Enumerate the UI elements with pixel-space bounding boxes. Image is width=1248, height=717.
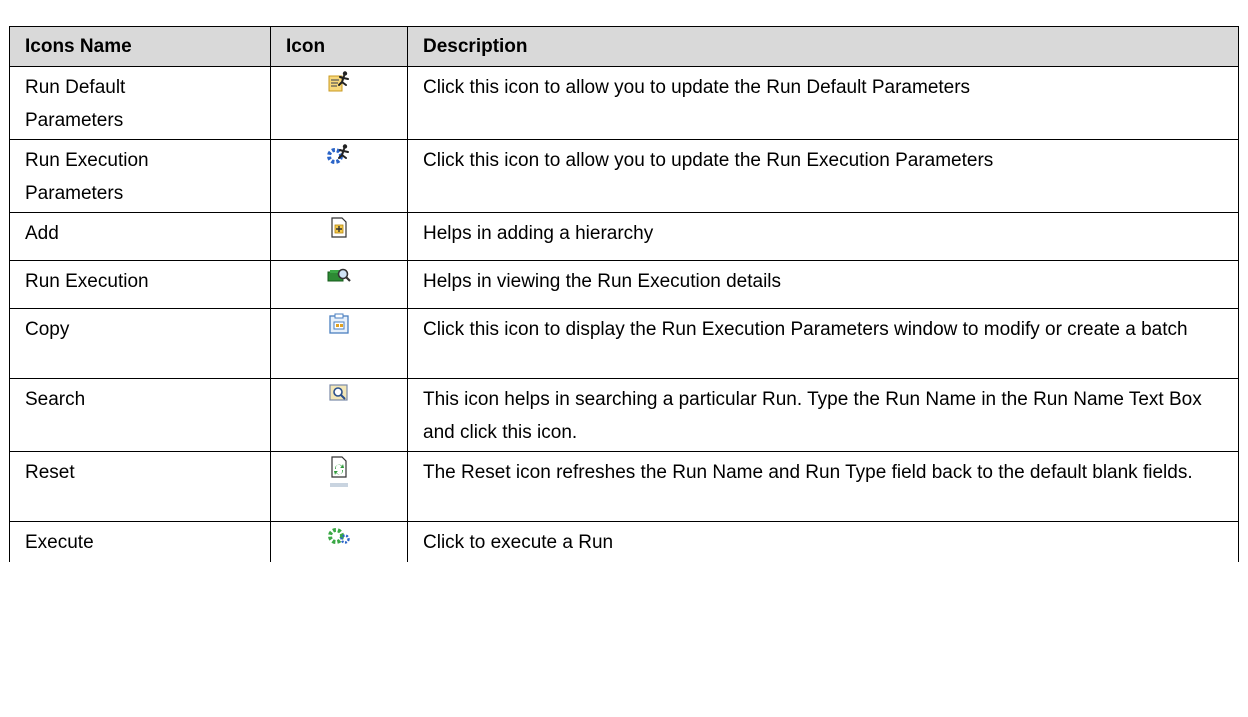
row-name: Search: [9, 378, 271, 452]
row-description: Click this icon to allow you to update t…: [407, 66, 1239, 140]
table-header-row: Icons Name Icon Description: [9, 26, 1239, 67]
icons-table: Icons Name Icon Description Run Default …: [9, 26, 1239, 562]
header-icon: Icon: [270, 26, 408, 67]
table-row: Run Execution Parameters Click this icon…: [9, 139, 1239, 213]
table-row: Execute Click to execute a Run: [9, 521, 1239, 562]
row-description: Click this icon to display the Run Execu…: [407, 308, 1239, 379]
row-description: Click to execute a Run: [407, 521, 1239, 562]
row-description: The Reset icon refreshes the Run Name an…: [407, 451, 1239, 522]
header-icons-name: Icons Name: [9, 26, 271, 67]
table-row: Run Execution Helps in viewing the Run E…: [9, 260, 1239, 309]
reset-icon: [327, 455, 351, 489]
header-description: Description: [407, 26, 1239, 67]
row-name: Run Execution: [9, 260, 271, 309]
run-default-parameters-icon: [327, 70, 351, 94]
table-row: Reset The Reset icon refreshes the Run N…: [9, 451, 1239, 522]
row-description: Helps in adding a hierarchy: [407, 212, 1239, 261]
search-icon: [327, 382, 351, 406]
add-icon: [327, 216, 351, 240]
row-name: Execute: [9, 521, 271, 562]
run-execution-parameters-icon: [327, 143, 351, 167]
row-name: Run Execution Parameters: [9, 139, 271, 213]
row-name: Reset: [9, 451, 271, 522]
row-name: Copy: [9, 308, 271, 379]
row-description: Helps in viewing the Run Execution detai…: [407, 260, 1239, 309]
row-description: Click this icon to allow you to update t…: [407, 139, 1239, 213]
table-row: Run Default Parameters Click this icon t…: [9, 66, 1239, 140]
table-row: Add Helps in adding a hierarchy: [9, 212, 1239, 261]
row-name: Run Default Parameters: [9, 66, 271, 140]
table-row: Copy Click this icon to display the Run …: [9, 308, 1239, 379]
row-description: This icon helps in searching a particula…: [407, 378, 1239, 452]
row-name: Add: [9, 212, 271, 261]
execute-icon: [327, 525, 351, 549]
table-row: Search This icon helps in searching a pa…: [9, 378, 1239, 452]
copy-icon: [327, 312, 351, 336]
run-execution-icon: [327, 264, 351, 288]
